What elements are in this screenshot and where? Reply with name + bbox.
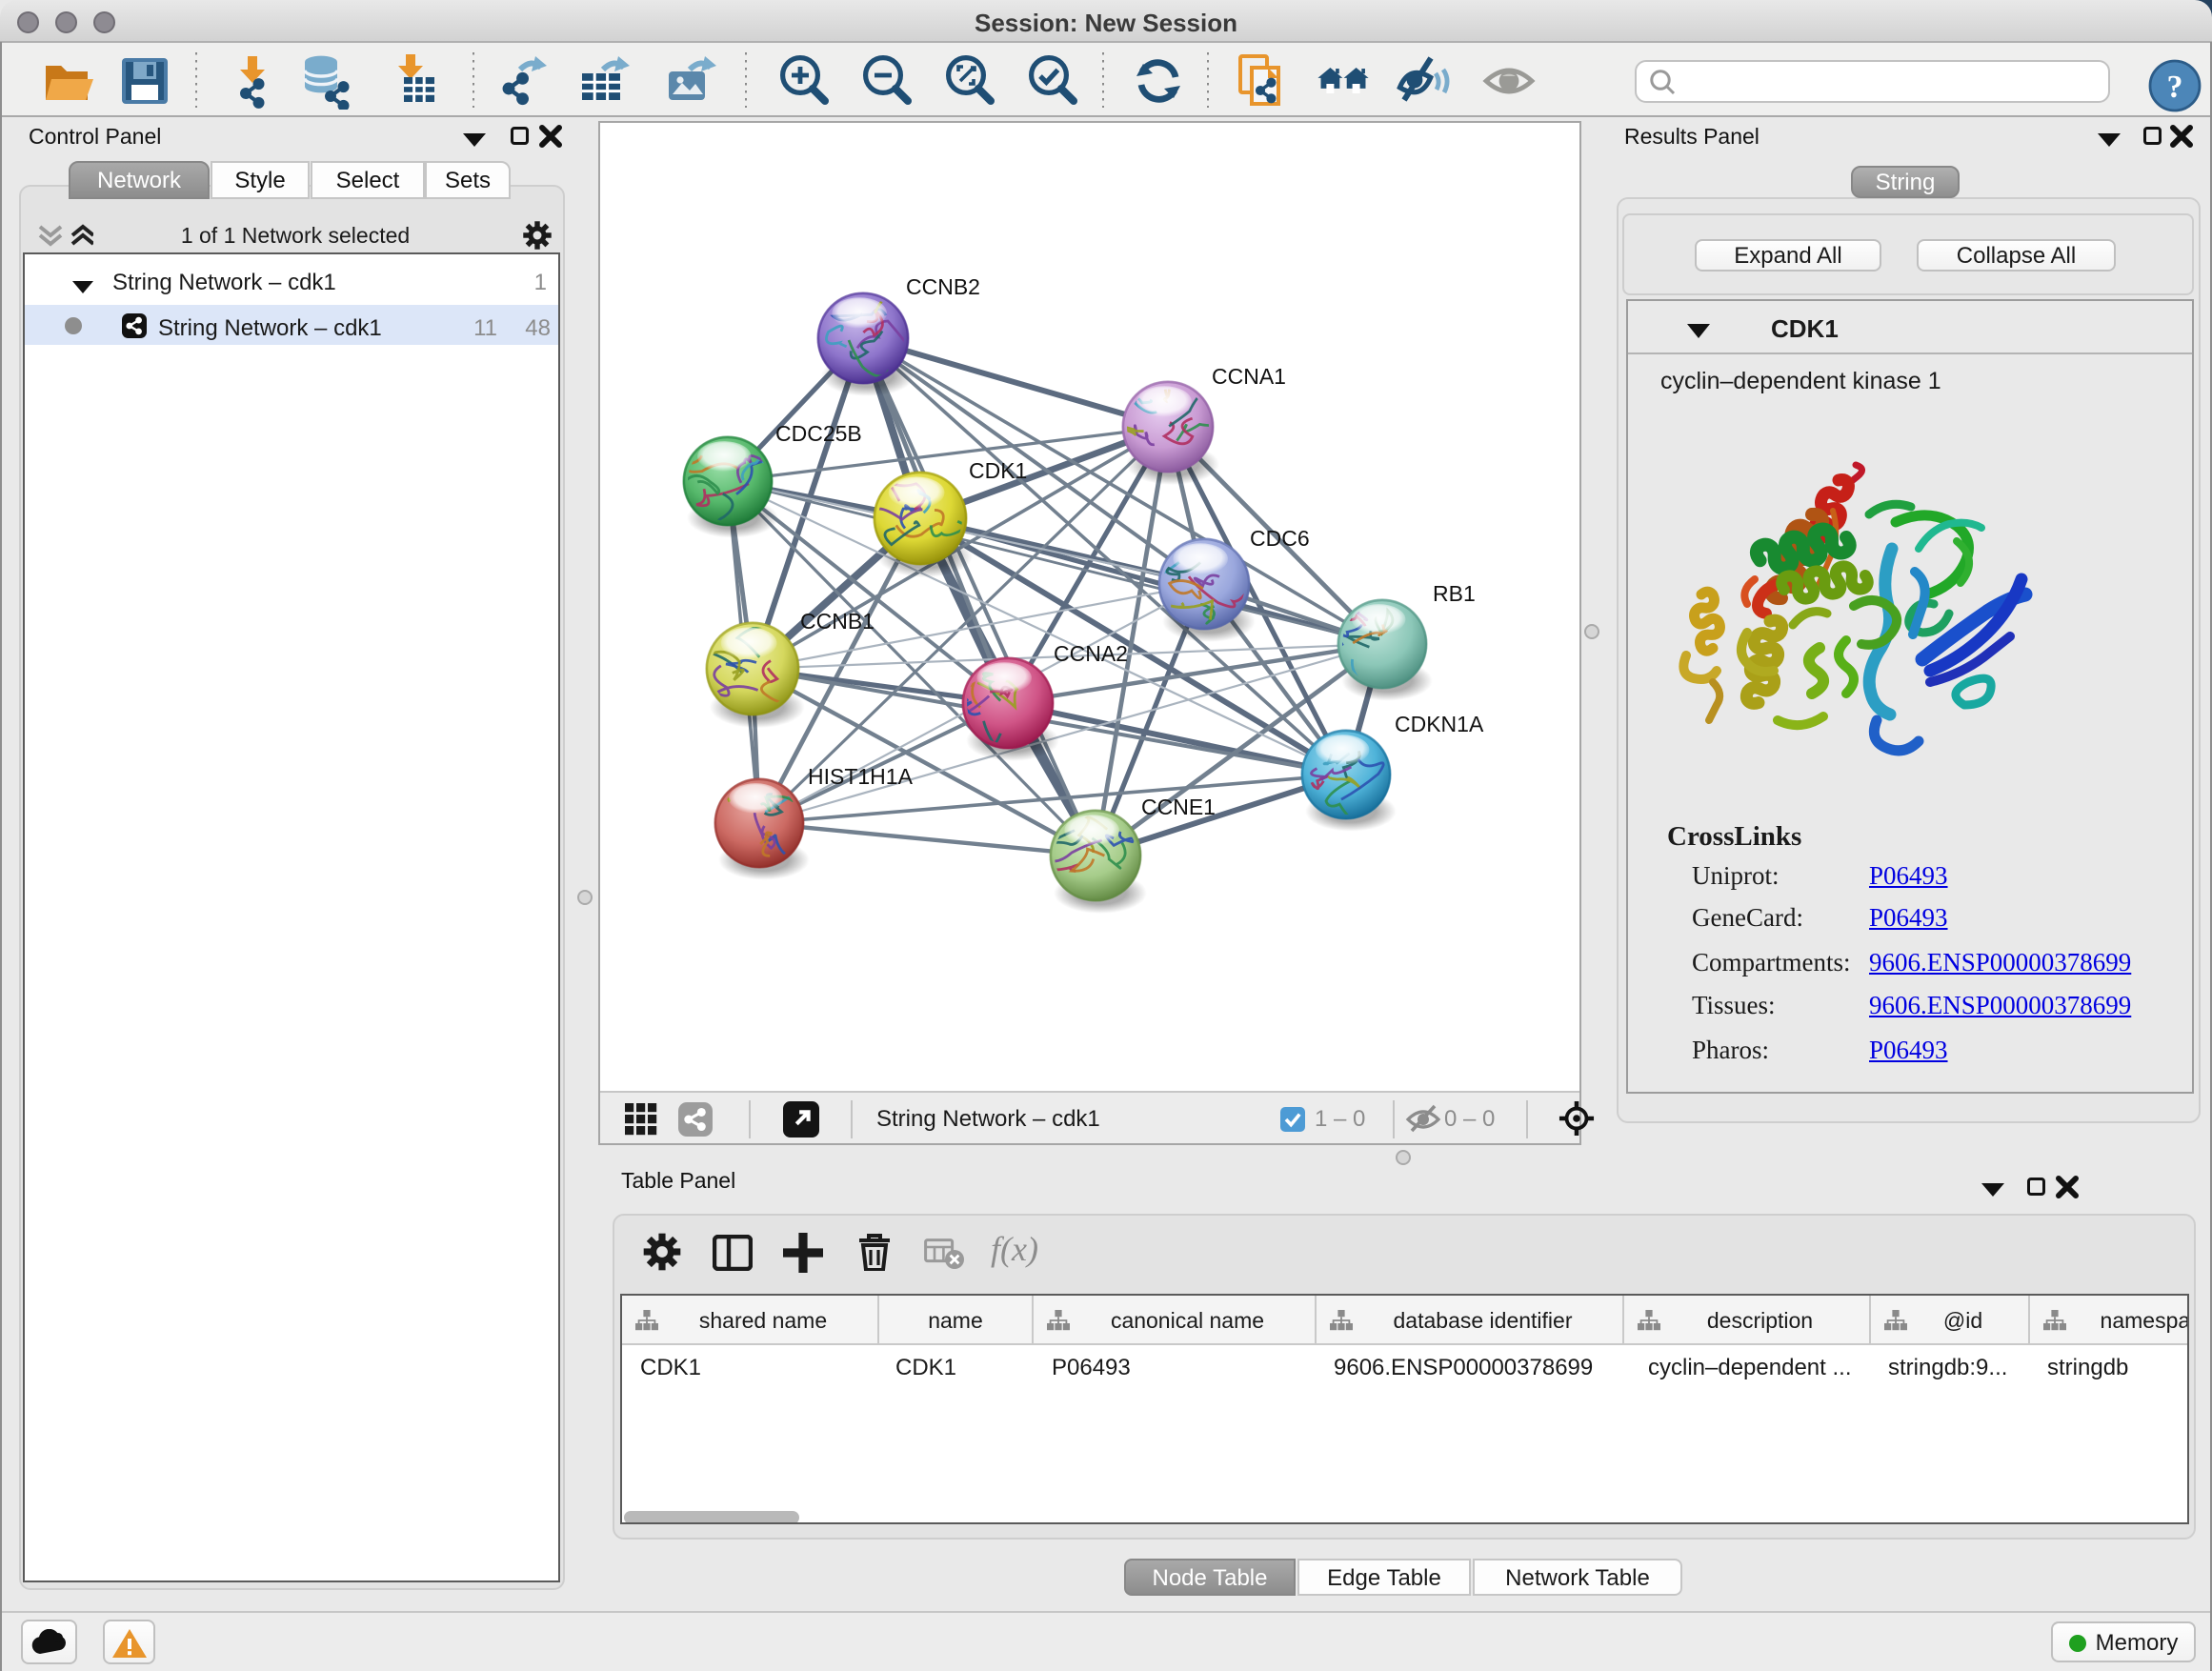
svg-text:CCNA2: CCNA2 <box>1054 641 1128 666</box>
svg-text:HIST1H1A: HIST1H1A <box>808 764 914 789</box>
svg-text:CDC25B: CDC25B <box>775 421 862 446</box>
svg-text:?: ? <box>2167 70 2183 105</box>
svg-text:CCNE1: CCNE1 <box>1141 795 1216 819</box>
svg-text:CDK1: CDK1 <box>969 458 1027 483</box>
svg-text:CCNB1: CCNB1 <box>800 609 875 634</box>
svg-text:CDC6: CDC6 <box>1250 526 1310 551</box>
svg-text:CCNA1: CCNA1 <box>1212 364 1286 389</box>
svg-text:CCNB2: CCNB2 <box>906 274 980 299</box>
svg-text:RB1: RB1 <box>1433 581 1476 606</box>
svg-text:CDKN1A: CDKN1A <box>1395 712 1484 736</box>
